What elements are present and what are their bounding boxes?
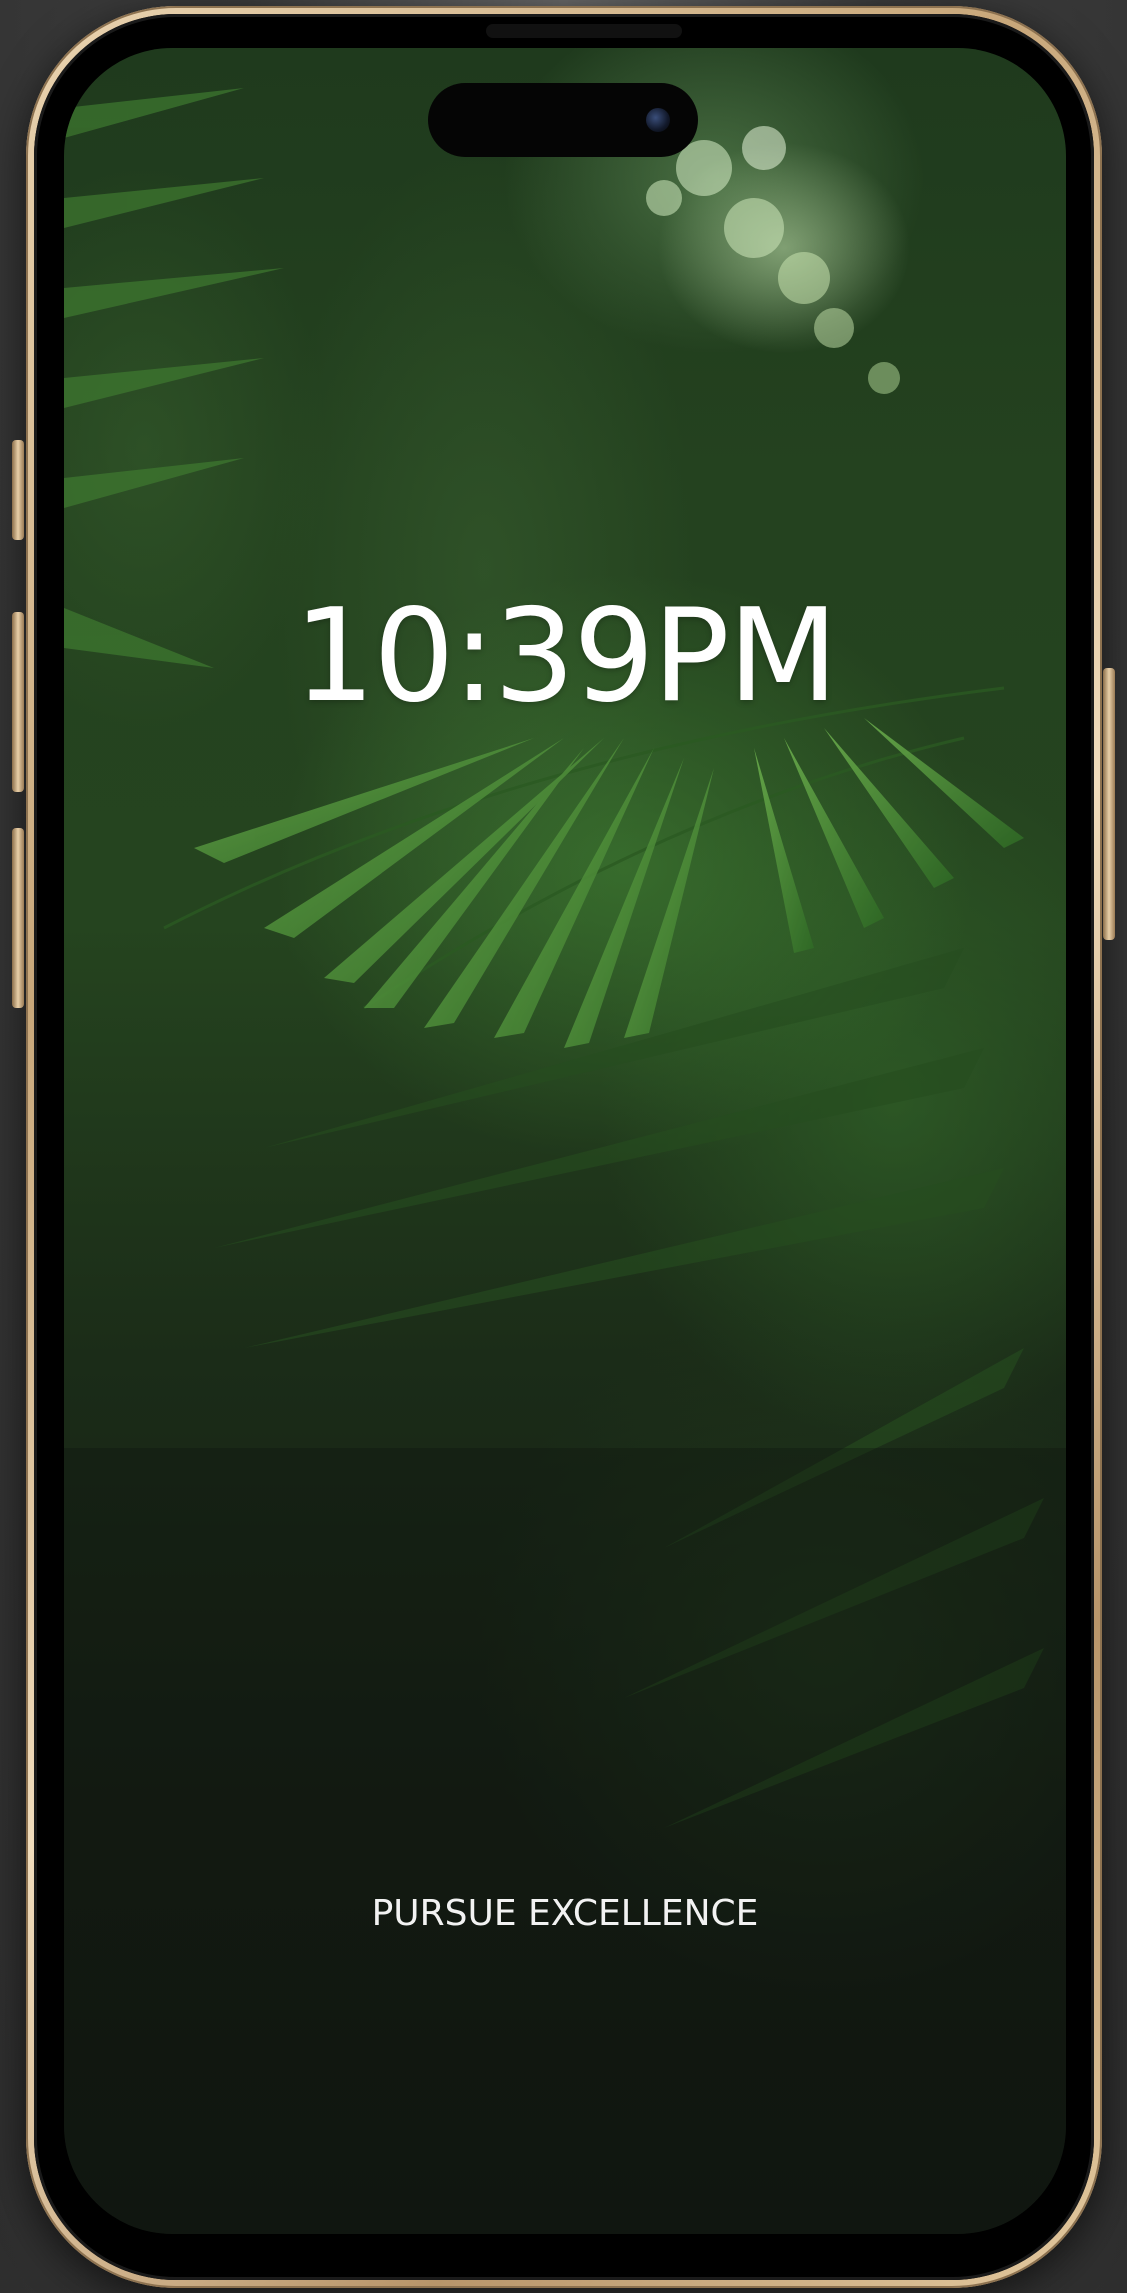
lock-screen-time: 10:39PM [293,582,839,731]
earpiece-speaker [486,24,682,38]
volume-up-button[interactable] [12,612,24,792]
lock-screen: 10:39PM PURSUE EXCELLENCE [64,48,1066,2234]
volume-down-button[interactable] [12,828,24,1008]
power-button[interactable] [1103,668,1115,940]
action-button[interactable] [12,440,24,540]
dynamic-island [428,83,698,157]
lock-screen-motto: PURSUE EXCELLENCE [371,1893,759,1934]
front-camera-icon [646,108,670,132]
